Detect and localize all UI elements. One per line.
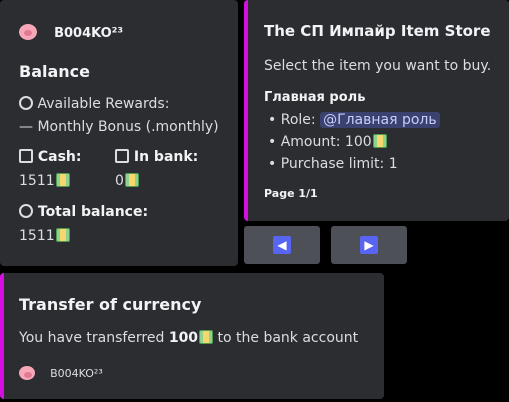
bank-label: In bank:: [133, 149, 199, 165]
transfer-text: You have transferred 100 to the bank acc…: [19, 330, 358, 346]
money-icon: [55, 173, 70, 187]
total-value-row: 1511: [19, 228, 70, 244]
money-icon: [199, 330, 214, 344]
gear-icon: [19, 96, 33, 110]
bank-label-row: In bank:: [115, 149, 198, 165]
role-line: • Role: @Главная роль: [268, 112, 440, 128]
limit-value: 1: [388, 156, 398, 172]
pig-avatar-icon: [19, 366, 35, 380]
accent-bar: [0, 273, 4, 399]
bank-value: 0: [115, 173, 124, 189]
right-arrow-icon: ▶: [360, 236, 378, 254]
transfer-text-before: You have transferred: [19, 330, 165, 346]
balance-title: Balance: [19, 62, 90, 81]
store-description: Select the item you want to buy.: [264, 58, 492, 74]
amount-label: Amount:: [280, 134, 341, 150]
transfer-footer: B004KO²³: [19, 362, 103, 381]
accent-bar: [244, 0, 248, 221]
balance-author: B004KO²³: [19, 22, 123, 41]
total-label-row: Total balance:: [19, 204, 148, 220]
total-value: 1511: [19, 228, 55, 244]
next-page-button[interactable]: ▶: [331, 226, 407, 264]
limit-line: • Purchase limit: 1: [268, 156, 398, 172]
amount-value: 100: [344, 134, 372, 150]
prev-page-button[interactable]: ◀: [244, 226, 320, 264]
store-embed: The СП Импайр Item Store Select the item…: [244, 0, 509, 221]
bank-icon: [115, 149, 129, 163]
limit-label: Purchase limit:: [280, 156, 385, 172]
rewards-label: Available Rewards:: [37, 96, 170, 112]
cash-value: 1511: [19, 173, 55, 189]
store-title: The СП Импайр Item Store: [264, 22, 491, 40]
pig-avatar-icon: [19, 24, 37, 40]
cash-label-row: Cash:: [19, 149, 82, 165]
money-icon: [124, 173, 139, 187]
bank-value-row: 0: [115, 173, 139, 189]
left-arrow-icon: ◀: [273, 236, 291, 254]
role-mention[interactable]: @Главная роль: [320, 112, 440, 128]
balance-embed: B004KO²³ Balance Available Rewards: — Mo…: [0, 0, 238, 266]
transfer-title: Transfer of currency: [19, 295, 202, 314]
transfer-amount: 100: [168, 330, 199, 346]
page-footer: Page 1/1: [264, 187, 318, 200]
footer-author-name: B004KO²³: [50, 367, 103, 380]
item-name: Главная роль: [264, 90, 366, 105]
cash-icon: [19, 149, 33, 163]
wallet-icon: [19, 204, 33, 218]
amount-line: • Amount: 100: [268, 134, 387, 150]
author-name: B004KO²³: [54, 26, 124, 41]
transfer-text-after: to the bank account: [217, 330, 359, 346]
transfer-embed: Transfer of currency You have transferre…: [0, 273, 384, 399]
total-label: Total balance:: [37, 204, 149, 220]
money-icon: [55, 228, 70, 242]
role-label: Role:: [280, 112, 316, 128]
money-icon: [372, 134, 387, 148]
rewards-item: — Monthly Bonus (.monthly): [19, 119, 219, 135]
cash-label: Cash:: [37, 149, 82, 165]
rewards-line: Available Rewards:: [19, 96, 169, 112]
cash-value-row: 1511: [19, 173, 70, 189]
